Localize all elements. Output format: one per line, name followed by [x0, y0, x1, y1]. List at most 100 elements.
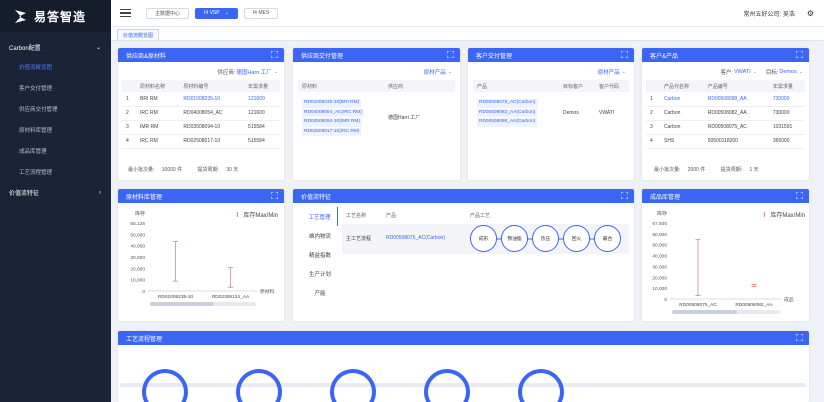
min-batch-label: 最小批次量:	[128, 167, 155, 173]
cell-demand: 1031591	[768, 120, 805, 135]
sidebar-item-label: 客户交付管理	[19, 85, 53, 92]
card-header: 客户交付管理	[468, 48, 634, 62]
list-item[interactable]: RD03508094-10(IMR RM)	[302, 118, 362, 127]
sidebar-item-finished-stock[interactable]: 成品库管理	[0, 140, 111, 161]
logo-icon	[14, 9, 27, 24]
chevron-down-icon: ⌄	[95, 45, 101, 51]
process-step[interactable]: 预油脂	[501, 225, 528, 252]
expand-icon[interactable]	[796, 334, 803, 341]
sidebar-item-raw-stock[interactable]: 原材料库管理	[0, 119, 111, 140]
target-filter[interactable]: 目标: Demos ⌄	[766, 68, 803, 76]
cell-demand: 121600	[244, 106, 280, 121]
column-header	[646, 80, 660, 92]
process-step[interactable]: 热压	[532, 225, 559, 252]
expand-icon[interactable]	[796, 192, 803, 199]
company-user[interactable]: 常州五好公司: 吴浩	[743, 9, 794, 18]
list-item[interactable]: RD00508098_AA(Carbon)	[477, 118, 538, 127]
expand-icon[interactable]	[271, 192, 278, 199]
customer-filter[interactable]: 客户: VWATI ⌄	[720, 68, 757, 76]
process-name: 主工艺流程	[346, 236, 372, 242]
table-row[interactable]: 4 SHS 50500118200 365000	[646, 134, 805, 149]
table-row[interactable]: 3 IMR RM RD03508094-10 515584	[122, 120, 280, 135]
master-data-button[interactable]: 主数据中心	[146, 7, 190, 19]
sidebar-group-carbon[interactable]: Carbon配置 ⌄	[0, 39, 111, 56]
y-axis-label: 库存	[135, 210, 145, 217]
sidebar-item-customer-delivery[interactable]: 客户交付管理	[0, 77, 111, 98]
supplier-material-table: 原材料名称 原材料编号 年需求量 1 BRI RM RD01008235-10 121…	[122, 80, 280, 149]
tab-label: 精益指数	[308, 252, 331, 259]
tab-lean[interactable]: 精益指数	[302, 245, 338, 264]
table-row[interactable]: 1 BRI RM RD01008235-10 121600	[122, 92, 280, 107]
sidebar-group-value-feature[interactable]: 价值流特征 ›	[0, 182, 111, 203]
chevron-down-icon: ⌄	[447, 69, 452, 75]
flow-node[interactable]	[142, 369, 188, 402]
cell-code[interactable]: RD00508075_AC	[703, 120, 769, 135]
expand-icon[interactable]	[796, 51, 803, 58]
table-row[interactable]: 2 IRC RM RD04008054_AC 121600	[122, 106, 280, 121]
expand-icon[interactable]	[447, 51, 454, 58]
process-step[interactable]: 最合	[594, 225, 621, 252]
list-item[interactable]: RD04008054_AC(IRC RM)	[302, 108, 364, 117]
product-filter[interactable]: 原材产品 ⌄	[597, 68, 626, 76]
user-area: 常州五好公司: 吴浩 ⚙	[743, 9, 814, 18]
sidebar-group-label: Carbon配置	[9, 46, 41, 52]
cell-code[interactable]: RD00508098_AA	[703, 92, 769, 107]
cell-code[interactable]: RD03508094-10	[179, 120, 245, 135]
expand-icon[interactable]	[271, 51, 278, 58]
column-header: 年需求量	[244, 80, 280, 92]
tab-plan[interactable]: 生产计划	[302, 264, 338, 283]
table-row[interactable]: 4 IRC RM RD02508017-10 515584	[122, 134, 280, 149]
card-title: 工艺流程管理	[126, 336, 163, 343]
flow-node[interactable]	[424, 369, 470, 402]
cycle-value: 1 天	[749, 167, 759, 173]
table-header: 产品代名称 产品编号 年需求量	[646, 80, 805, 92]
filter-value: 原材产品	[423, 70, 446, 76]
process-step[interactable]: 回火	[563, 225, 590, 252]
process-product[interactable]: RD00508075_AC(Carbon)	[386, 235, 445, 241]
process-step[interactable]: 成形	[470, 225, 497, 252]
tab-label: 产能	[314, 290, 326, 297]
expand-icon[interactable]	[621, 192, 628, 199]
cell-code[interactable]: RD04008054_AC	[179, 106, 245, 121]
sidebar-item-value-overview[interactable]: 价值流概览图	[0, 56, 111, 77]
button-label: 主数据中心	[155, 10, 181, 17]
sidebar-item-label: 成品库管理	[19, 148, 47, 155]
flow-node[interactable]	[330, 369, 376, 402]
flow-node[interactable]	[518, 369, 564, 402]
cell-index: 2	[122, 106, 136, 121]
settings-icon[interactable]: ⚙	[807, 9, 814, 18]
product-filter[interactable]: 原材产品 ⌄	[423, 68, 452, 76]
cell-code[interactable]: RD01008235-10	[179, 92, 245, 107]
list-item[interactable]: RD01008235-10(BRI RM)	[302, 99, 362, 108]
y-tick-label: 50,000	[652, 243, 667, 249]
tab-value-overview[interactable]: 价值流概览图	[117, 29, 160, 40]
card-title: 客户&产品	[650, 53, 679, 60]
tab-process[interactable]: 工艺管理	[302, 207, 338, 226]
i4-mes-button[interactable]: I4 MES	[243, 7, 279, 19]
cell-code[interactable]: 50500118200	[703, 134, 769, 149]
menu-toggle-icon[interactable]	[120, 7, 131, 19]
flow-node[interactable]	[236, 369, 282, 402]
table-row[interactable]: 2 Carbon RD00508082_AA 730000	[646, 106, 805, 121]
table-row[interactable]: 1 Carbon RD00508098_AA 730000	[646, 92, 805, 107]
tab-label: 价值流概览图	[123, 32, 154, 39]
column-header: 原材料编号	[179, 80, 245, 92]
table-row[interactable]: 3 Carbon RD00508075_AC 1031591	[646, 120, 805, 135]
supplier-filter[interactable]: 供应商: 德国Harri 工厂 ⌄	[217, 68, 278, 76]
expand-icon[interactable]	[621, 51, 628, 58]
list-item[interactable]: RD00508075_AC(Carbon)	[477, 99, 538, 108]
cell-code[interactable]: RD02508017-10	[179, 134, 245, 149]
column-header: 供应商	[384, 80, 455, 92]
list-item[interactable]: RD00508082_AA(Carbon)	[477, 108, 538, 117]
cell-name: Carbon	[660, 120, 704, 135]
y-tick-label: 10,000	[130, 278, 145, 284]
cell-demand: 730000	[768, 92, 805, 107]
tab-logistics[interactable]: 维内物流	[302, 226, 338, 245]
i4-vsp-button[interactable]: I4 VSP ⌄	[195, 7, 238, 19]
sidebar-item-label: 供应商交付管理	[19, 106, 58, 113]
cell-code[interactable]: RD00508082_AA	[703, 106, 769, 121]
sidebar-item-supplier-delivery[interactable]: 供应商交付管理	[0, 98, 111, 119]
list-item[interactable]: RD02508017-10(IRC RM)	[302, 127, 362, 136]
sidebar-item-process-flow[interactable]: 工艺流程管理	[0, 161, 111, 182]
tab-capacity[interactable]: 产能	[302, 283, 338, 302]
